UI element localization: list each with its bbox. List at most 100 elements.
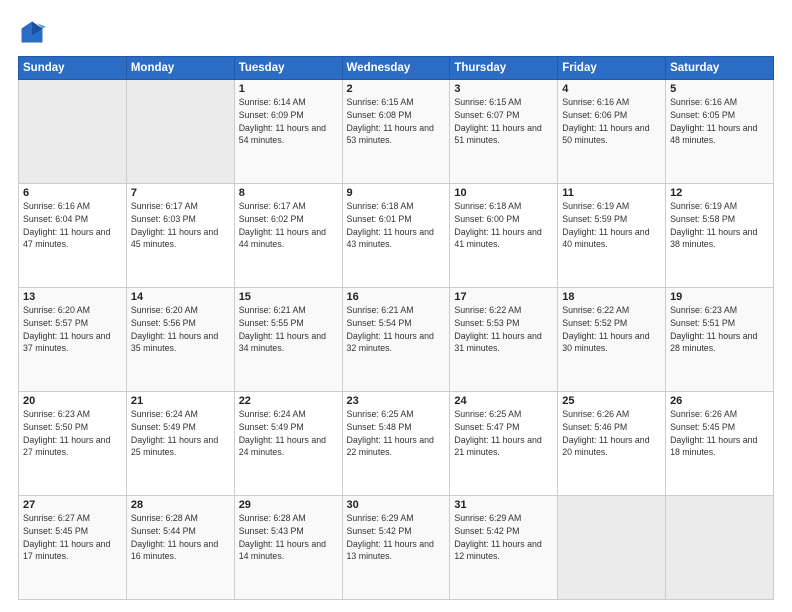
- calendar-cell: 6Sunrise: 6:16 AMSunset: 6:04 PMDaylight…: [19, 184, 127, 288]
- calendar-cell: 23Sunrise: 6:25 AMSunset: 5:48 PMDayligh…: [342, 392, 450, 496]
- day-info: Sunrise: 6:15 AMSunset: 6:07 PMDaylight:…: [454, 96, 553, 147]
- calendar-cell: 29Sunrise: 6:28 AMSunset: 5:43 PMDayligh…: [234, 496, 342, 600]
- day-number: 1: [239, 83, 338, 95]
- day-info: Sunrise: 6:19 AMSunset: 5:58 PMDaylight:…: [670, 200, 769, 251]
- weekday-header-saturday: Saturday: [666, 57, 774, 80]
- weekday-header-tuesday: Tuesday: [234, 57, 342, 80]
- day-info: Sunrise: 6:18 AMSunset: 6:00 PMDaylight:…: [454, 200, 553, 251]
- weekday-header-monday: Monday: [126, 57, 234, 80]
- calendar-cell: 1Sunrise: 6:14 AMSunset: 6:09 PMDaylight…: [234, 80, 342, 184]
- calendar-cell: 9Sunrise: 6:18 AMSunset: 6:01 PMDaylight…: [342, 184, 450, 288]
- day-number: 7: [131, 187, 230, 199]
- calendar-cell: 27Sunrise: 6:27 AMSunset: 5:45 PMDayligh…: [19, 496, 127, 600]
- calendar-cell: 17Sunrise: 6:22 AMSunset: 5:53 PMDayligh…: [450, 288, 558, 392]
- day-number: 4: [562, 83, 661, 95]
- week-row-5: 27Sunrise: 6:27 AMSunset: 5:45 PMDayligh…: [19, 496, 774, 600]
- calendar-cell: 10Sunrise: 6:18 AMSunset: 6:00 PMDayligh…: [450, 184, 558, 288]
- day-number: 12: [670, 187, 769, 199]
- day-info: Sunrise: 6:28 AMSunset: 5:44 PMDaylight:…: [131, 512, 230, 563]
- day-number: 28: [131, 499, 230, 511]
- day-info: Sunrise: 6:24 AMSunset: 5:49 PMDaylight:…: [131, 408, 230, 459]
- calendar-cell: 20Sunrise: 6:23 AMSunset: 5:50 PMDayligh…: [19, 392, 127, 496]
- day-info: Sunrise: 6:21 AMSunset: 5:54 PMDaylight:…: [347, 304, 446, 355]
- calendar-cell: 16Sunrise: 6:21 AMSunset: 5:54 PMDayligh…: [342, 288, 450, 392]
- calendar-cell: 21Sunrise: 6:24 AMSunset: 5:49 PMDayligh…: [126, 392, 234, 496]
- weekday-header-sunday: Sunday: [19, 57, 127, 80]
- header: [18, 18, 774, 46]
- calendar-cell: [666, 496, 774, 600]
- day-number: 24: [454, 395, 553, 407]
- logo: [18, 18, 50, 46]
- calendar-cell: 31Sunrise: 6:29 AMSunset: 5:42 PMDayligh…: [450, 496, 558, 600]
- day-number: 19: [670, 291, 769, 303]
- day-info: Sunrise: 6:23 AMSunset: 5:51 PMDaylight:…: [670, 304, 769, 355]
- day-number: 18: [562, 291, 661, 303]
- calendar-cell: 24Sunrise: 6:25 AMSunset: 5:47 PMDayligh…: [450, 392, 558, 496]
- calendar-cell: 26Sunrise: 6:26 AMSunset: 5:45 PMDayligh…: [666, 392, 774, 496]
- day-number: 13: [23, 291, 122, 303]
- day-info: Sunrise: 6:20 AMSunset: 5:56 PMDaylight:…: [131, 304, 230, 355]
- calendar-cell: 14Sunrise: 6:20 AMSunset: 5:56 PMDayligh…: [126, 288, 234, 392]
- day-info: Sunrise: 6:22 AMSunset: 5:53 PMDaylight:…: [454, 304, 553, 355]
- day-number: 17: [454, 291, 553, 303]
- day-number: 26: [670, 395, 769, 407]
- day-number: 2: [347, 83, 446, 95]
- weekday-header-thursday: Thursday: [450, 57, 558, 80]
- calendar-table: SundayMondayTuesdayWednesdayThursdayFrid…: [18, 56, 774, 600]
- day-number: 25: [562, 395, 661, 407]
- calendar-cell: 28Sunrise: 6:28 AMSunset: 5:44 PMDayligh…: [126, 496, 234, 600]
- calendar-cell: 18Sunrise: 6:22 AMSunset: 5:52 PMDayligh…: [558, 288, 666, 392]
- day-info: Sunrise: 6:17 AMSunset: 6:02 PMDaylight:…: [239, 200, 338, 251]
- week-row-1: 1Sunrise: 6:14 AMSunset: 6:09 PMDaylight…: [19, 80, 774, 184]
- day-info: Sunrise: 6:25 AMSunset: 5:48 PMDaylight:…: [347, 408, 446, 459]
- day-number: 31: [454, 499, 553, 511]
- day-info: Sunrise: 6:20 AMSunset: 5:57 PMDaylight:…: [23, 304, 122, 355]
- calendar-cell: 22Sunrise: 6:24 AMSunset: 5:49 PMDayligh…: [234, 392, 342, 496]
- day-info: Sunrise: 6:15 AMSunset: 6:08 PMDaylight:…: [347, 96, 446, 147]
- day-number: 5: [670, 83, 769, 95]
- day-number: 16: [347, 291, 446, 303]
- day-number: 6: [23, 187, 122, 199]
- day-number: 22: [239, 395, 338, 407]
- calendar-cell: 8Sunrise: 6:17 AMSunset: 6:02 PMDaylight…: [234, 184, 342, 288]
- calendar-cell: 11Sunrise: 6:19 AMSunset: 5:59 PMDayligh…: [558, 184, 666, 288]
- day-number: 10: [454, 187, 553, 199]
- calendar-cell: 2Sunrise: 6:15 AMSunset: 6:08 PMDaylight…: [342, 80, 450, 184]
- day-number: 11: [562, 187, 661, 199]
- day-number: 30: [347, 499, 446, 511]
- day-info: Sunrise: 6:18 AMSunset: 6:01 PMDaylight:…: [347, 200, 446, 251]
- day-info: Sunrise: 6:19 AMSunset: 5:59 PMDaylight:…: [562, 200, 661, 251]
- day-number: 20: [23, 395, 122, 407]
- calendar-cell: [558, 496, 666, 600]
- day-info: Sunrise: 6:29 AMSunset: 5:42 PMDaylight:…: [454, 512, 553, 563]
- day-info: Sunrise: 6:27 AMSunset: 5:45 PMDaylight:…: [23, 512, 122, 563]
- day-info: Sunrise: 6:24 AMSunset: 5:49 PMDaylight:…: [239, 408, 338, 459]
- calendar-cell: 13Sunrise: 6:20 AMSunset: 5:57 PMDayligh…: [19, 288, 127, 392]
- calendar-cell: 19Sunrise: 6:23 AMSunset: 5:51 PMDayligh…: [666, 288, 774, 392]
- day-info: Sunrise: 6:21 AMSunset: 5:55 PMDaylight:…: [239, 304, 338, 355]
- weekday-header-friday: Friday: [558, 57, 666, 80]
- calendar-cell: [19, 80, 127, 184]
- calendar-cell: 25Sunrise: 6:26 AMSunset: 5:46 PMDayligh…: [558, 392, 666, 496]
- week-row-2: 6Sunrise: 6:16 AMSunset: 6:04 PMDaylight…: [19, 184, 774, 288]
- day-number: 29: [239, 499, 338, 511]
- day-info: Sunrise: 6:16 AMSunset: 6:05 PMDaylight:…: [670, 96, 769, 147]
- page: SundayMondayTuesdayWednesdayThursdayFrid…: [0, 0, 792, 612]
- calendar-cell: 3Sunrise: 6:15 AMSunset: 6:07 PMDaylight…: [450, 80, 558, 184]
- day-info: Sunrise: 6:16 AMSunset: 6:04 PMDaylight:…: [23, 200, 122, 251]
- calendar-cell: 7Sunrise: 6:17 AMSunset: 6:03 PMDaylight…: [126, 184, 234, 288]
- day-info: Sunrise: 6:14 AMSunset: 6:09 PMDaylight:…: [239, 96, 338, 147]
- day-info: Sunrise: 6:26 AMSunset: 5:45 PMDaylight:…: [670, 408, 769, 459]
- day-info: Sunrise: 6:25 AMSunset: 5:47 PMDaylight:…: [454, 408, 553, 459]
- week-row-3: 13Sunrise: 6:20 AMSunset: 5:57 PMDayligh…: [19, 288, 774, 392]
- calendar-cell: 4Sunrise: 6:16 AMSunset: 6:06 PMDaylight…: [558, 80, 666, 184]
- day-number: 9: [347, 187, 446, 199]
- day-info: Sunrise: 6:22 AMSunset: 5:52 PMDaylight:…: [562, 304, 661, 355]
- day-number: 23: [347, 395, 446, 407]
- day-info: Sunrise: 6:29 AMSunset: 5:42 PMDaylight:…: [347, 512, 446, 563]
- day-number: 15: [239, 291, 338, 303]
- calendar-cell: 5Sunrise: 6:16 AMSunset: 6:05 PMDaylight…: [666, 80, 774, 184]
- week-row-4: 20Sunrise: 6:23 AMSunset: 5:50 PMDayligh…: [19, 392, 774, 496]
- day-info: Sunrise: 6:16 AMSunset: 6:06 PMDaylight:…: [562, 96, 661, 147]
- day-info: Sunrise: 6:26 AMSunset: 5:46 PMDaylight:…: [562, 408, 661, 459]
